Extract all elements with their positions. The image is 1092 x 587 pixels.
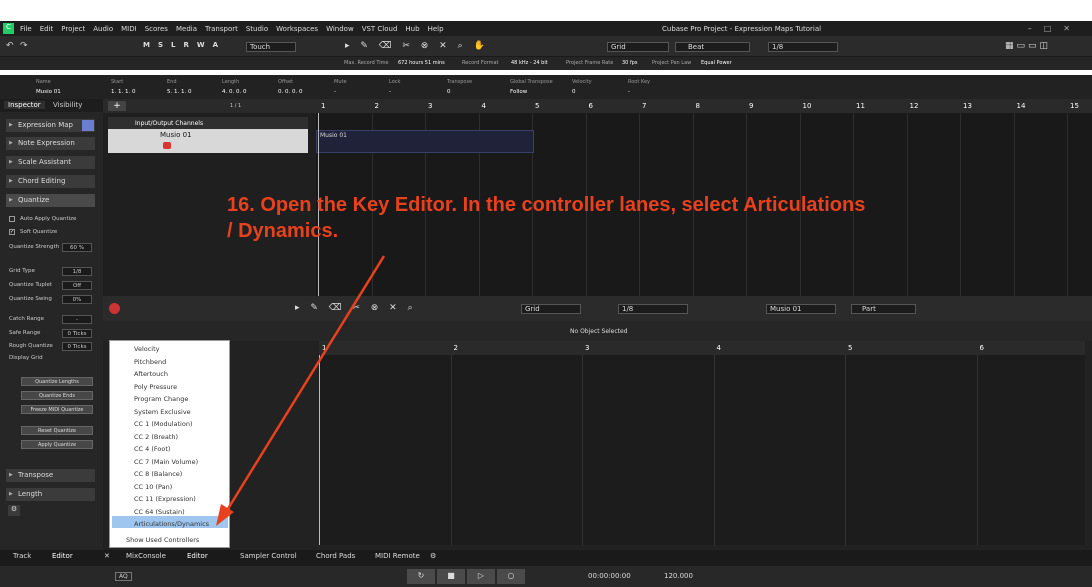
tab-editor-left[interactable]: Editor (52, 552, 73, 560)
tab-sampler-control[interactable]: Sampler Control (240, 552, 297, 560)
tab-track[interactable]: Track (13, 552, 31, 560)
stop-button[interactable]: ■ (437, 569, 465, 584)
tutorial-caption: 16. Open the Key Editor. In the controll… (227, 194, 866, 242)
time-display[interactable]: 00:00:00:00 (588, 572, 631, 580)
close-icon[interactable]: ✕ (104, 552, 110, 560)
annotation-arrow (216, 255, 386, 526)
tab-mixconsole[interactable]: MixConsole (126, 552, 166, 560)
record-button[interactable]: ○ (497, 569, 525, 584)
play-button[interactable]: ▷ (467, 569, 495, 584)
tab-chord-pads[interactable]: Chord Pads (316, 552, 355, 560)
tab-midi-remote[interactable]: MIDI Remote (375, 552, 420, 560)
tab-editor[interactable]: Editor (187, 552, 208, 560)
bottom-tab-bar: Track Editor ✕ MixConsole Editor Sampler… (0, 550, 1092, 566)
gear-icon[interactable]: ⚙ (430, 552, 436, 560)
cycle-button[interactable]: ↻ (407, 569, 435, 584)
transport-bar: AQ ↻ ■ ▷ ○ 00:00:00:00 120.000 (0, 566, 1092, 587)
tempo-display[interactable]: 120.000 (664, 572, 693, 580)
aq-button[interactable]: AQ (115, 572, 132, 581)
